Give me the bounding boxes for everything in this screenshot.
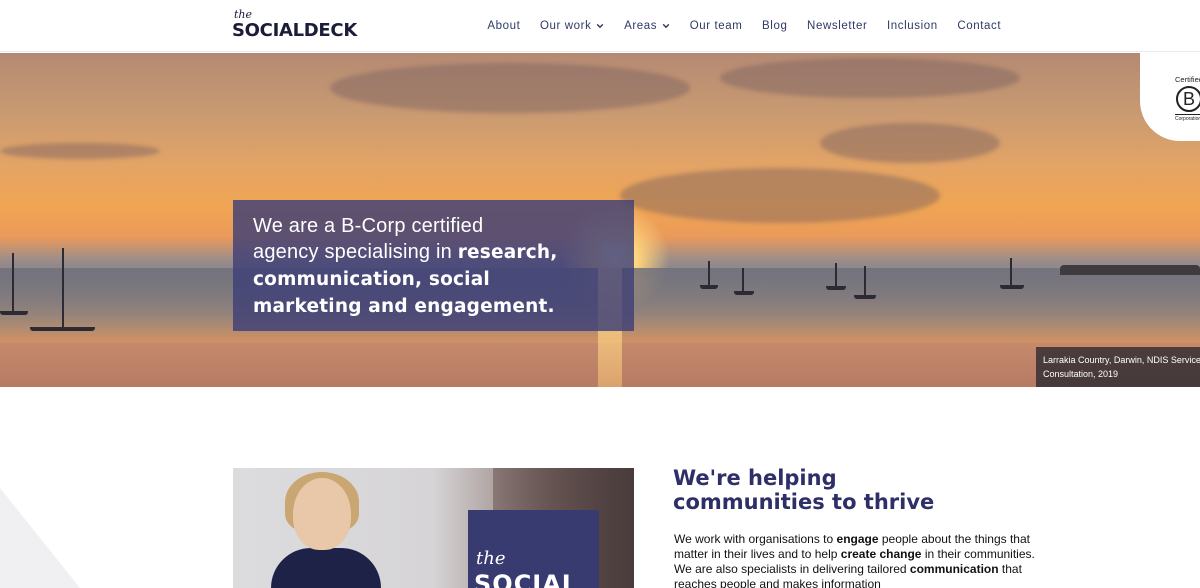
nav-contact[interactable]: Contact [948,20,1011,32]
boat-mast [708,261,710,287]
card-social: SOCIAL [474,570,579,588]
hero-line1: We are a B-Corp certified [253,215,484,237]
nav-inclusion[interactable]: Inclusion [877,20,947,32]
cloud-shape [330,63,690,113]
boat-hull [0,311,28,315]
hero-line4: marketing and engagement. [253,296,555,317]
person-face [293,478,351,550]
nav-our-work-label: Our work [540,20,592,32]
boat-mast [1010,258,1012,286]
intro-paragraph: We work with organisations to engage peo… [674,532,1044,588]
intro-create-change: create change [840,547,922,561]
nav-inclusion-label: Inclusion [886,20,938,32]
intro-heading-line1: We're helping [673,466,837,490]
boat-mast [864,266,866,296]
person-body [271,548,381,588]
nav-areas-label: Areas [624,20,658,32]
caption-line1: Larrakia Country, Darwin, NDIS Service [1043,355,1200,365]
intro-heading-line2: communities to thrive [673,490,935,514]
hero-tagline: We are a B-Corp certified agency special… [253,213,614,320]
cloud-shape [720,58,1020,98]
logo-wordmark: SOCIALDECK [232,20,357,41]
card-the: the [476,548,506,569]
hero-tagline-box: We are a B-Corp certified agency special… [233,200,634,331]
boat-mast [835,263,837,287]
nav-our-team-label: Our team [689,20,743,32]
boat-mast [742,268,744,292]
boat-hull [854,295,876,299]
nav-newsletter-label: Newsletter [807,20,868,32]
boat-mast [12,253,14,311]
site-header: the SOCIALDECK About Our work Areas Our … [0,0,1200,52]
intro-communication: communication [909,562,999,576]
nav-newsletter[interactable]: Newsletter [797,20,877,32]
chevron-down-icon [597,23,604,29]
badge-certified: Certified [1175,75,1200,84]
bcorp-logo-icon: B [1176,86,1200,112]
boat-hull [734,291,754,295]
boat-mast [62,248,64,328]
team-photo: the SOCIAL [233,468,634,588]
boat-hull [700,285,718,289]
nav-contact-label: Contact [957,20,1002,32]
hero-line2: agency specialising in [253,241,458,263]
nav-our-work[interactable]: Our work [530,20,614,32]
main-nav: About Our work Areas Our team Blog Newsl… [478,0,1011,52]
intro-t1: We work with organisations to [674,532,837,546]
badge-letter: B [1182,89,1195,109]
nav-about-label: About [487,20,521,32]
hero-caption: Larrakia Country, Darwin, NDIS Service C… [1036,347,1200,387]
nav-our-team[interactable]: Our team [680,20,752,32]
decorative-triangle [0,488,80,588]
intro-heading: We're helping communities to thrive [673,466,1033,514]
boat-hull [30,327,95,331]
site-logo[interactable]: the SOCIALDECK [232,8,362,44]
cloud-shape [0,143,160,159]
logo-card: the SOCIAL [468,510,599,588]
cloud-shape [820,123,1000,163]
nav-blog[interactable]: Blog [752,20,797,32]
chevron-down-icon [662,23,670,29]
boat-hull [1000,285,1024,289]
cloud-shape [620,168,940,223]
intro-engage: engage [836,532,879,546]
caption-line2: Consultation, 2019 [1043,369,1119,379]
hero-research: research, [457,242,558,263]
nav-blog-label: Blog [762,20,788,32]
hero-line3: communication, social [253,269,490,290]
badge-corporation: Corporation [1175,114,1200,122]
island [1060,265,1200,275]
boat-hull [826,286,846,290]
nav-areas[interactable]: Areas [614,20,680,32]
nav-about[interactable]: About [478,20,531,32]
